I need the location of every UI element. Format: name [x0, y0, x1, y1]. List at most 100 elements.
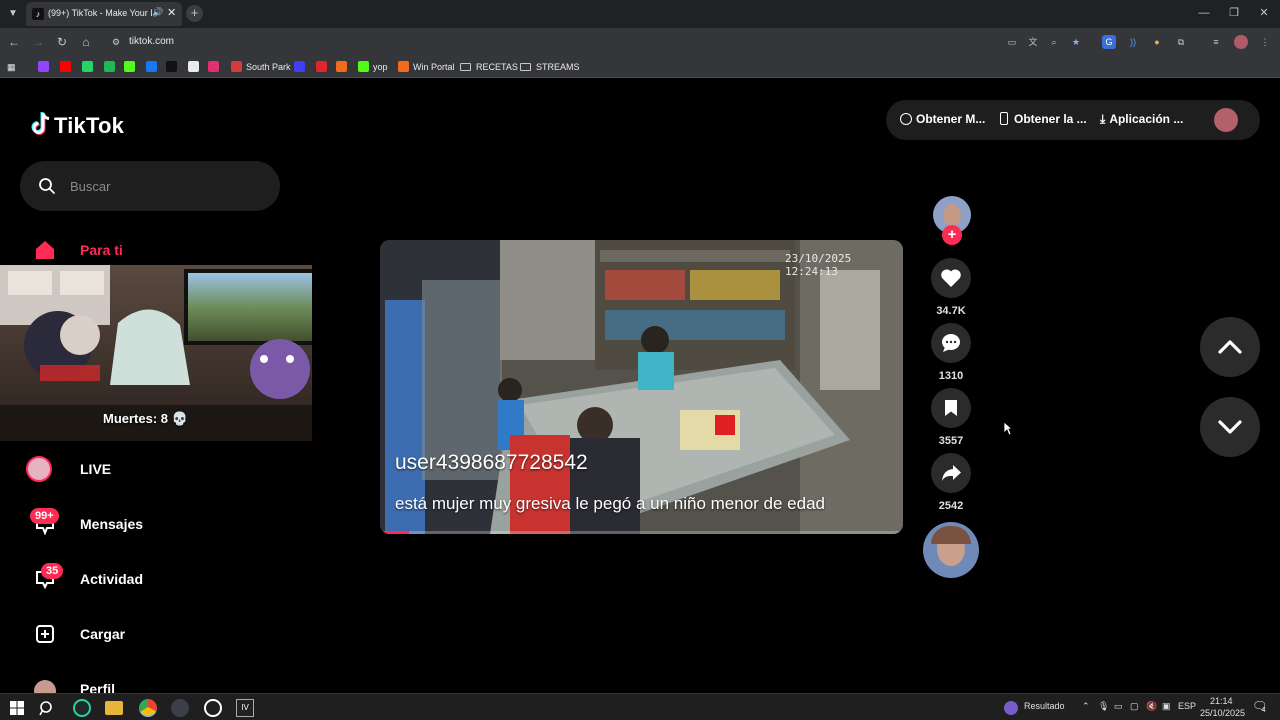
get-app-label: Obtener la ... [1014, 112, 1087, 126]
next-video-button[interactable] [1200, 397, 1260, 457]
bookmark-south-park[interactable]: South Park [231, 60, 291, 74]
comment-icon [942, 334, 960, 352]
network-icon[interactable]: ▭ [1114, 701, 1123, 712]
volume-muted-icon[interactable]: 🔇 [1146, 701, 1157, 712]
minimize-icon[interactable]: — [1194, 5, 1214, 21]
bookmark-favicon-icon [146, 61, 157, 72]
search-icon[interactable] [38, 699, 56, 717]
search-input[interactable] [70, 175, 260, 197]
save-button[interactable] [931, 388, 971, 428]
clock-time[interactable]: 21:14 [1210, 696, 1233, 706]
nav-item-upload[interactable]: Cargar [26, 617, 286, 653]
display-icon[interactable]: ▢ [1130, 701, 1139, 712]
profile-avatar-icon[interactable] [1234, 35, 1248, 49]
close-tab-icon[interactable]: ✕ [167, 6, 176, 19]
tray-overflow-icon[interactable]: ⌃ [1082, 701, 1090, 712]
bookmark-icon-11[interactable] [316, 60, 331, 74]
bookmark-yop[interactable]: yop [358, 60, 388, 74]
search-result-label[interactable]: Resultado [1024, 701, 1065, 711]
browser-tab[interactable]: ♪ (99+) TikTok - Make Your Day 🔊 ✕ [26, 2, 182, 26]
like-button[interactable] [931, 258, 971, 298]
game-app-icon[interactable]: IV [236, 699, 254, 717]
overwatch-icon[interactable] [204, 699, 222, 717]
window-close-icon[interactable]: ✕ [1254, 5, 1274, 21]
bookmark-icon-1[interactable] [60, 60, 75, 74]
language-indicator[interactable]: ESP [1178, 701, 1196, 711]
recording-app-icon[interactable] [73, 699, 91, 717]
file-explorer-icon[interactable] [105, 701, 123, 715]
clock-date[interactable]: 25/10/2025 [1200, 708, 1245, 718]
bookmark-favicon-icon [208, 61, 219, 72]
chrome-icon[interactable] [139, 699, 157, 717]
bookmark-icon-2[interactable] [82, 60, 97, 74]
extensions-puzzle-icon[interactable]: ⧉ [1174, 35, 1188, 49]
header-profile-avatar[interactable] [1214, 108, 1238, 132]
comment-button[interactable] [931, 323, 971, 363]
microphone-icon[interactable]: 🎙 [1098, 701, 1109, 712]
bookmark-icon-10[interactable] [294, 60, 309, 74]
device-icon[interactable]: ▣ [1162, 701, 1171, 712]
tab-search-chevron-icon[interactable]: ▼ [4, 5, 22, 23]
bookmark-label: South Park [246, 62, 291, 72]
search-result-icon [1004, 701, 1018, 715]
previous-video-button[interactable] [1200, 317, 1260, 377]
restore-icon[interactable]: ❐ [1224, 5, 1244, 21]
follow-plus-icon[interactable]: + [942, 225, 962, 245]
address-bar[interactable]: tiktok.com [129, 36, 174, 47]
new-tab-button[interactable]: + [186, 5, 203, 22]
site-info-icon[interactable]: ⚙ [110, 36, 122, 48]
deaths-counter: Muertes: 8 💀 [103, 411, 188, 426]
nav-item-profile[interactable]: Perfil [26, 672, 286, 693]
home-icon[interactable]: ⌂ [78, 34, 94, 50]
video-frame [380, 240, 903, 534]
get-coins-button[interactable]: Obtener M... [900, 112, 985, 126]
nav-item-activity[interactable]: 35 Actividad [26, 562, 286, 598]
nav-item-for-you[interactable]: Para ti [26, 233, 286, 269]
get-app-button[interactable]: Obtener la ... [1000, 112, 1087, 126]
back-icon[interactable]: ← [6, 34, 22, 50]
bookmark-recetas[interactable]: RECETAS [460, 60, 518, 74]
bookmark-favicon-icon [316, 61, 327, 72]
bookmark-star-icon[interactable]: ★ [1069, 35, 1083, 49]
download-app-button[interactable]: ⤓ Aplicación ... [1100, 112, 1183, 127]
bookmark-icon-5[interactable] [146, 60, 161, 74]
video-progress-fill [380, 531, 409, 534]
zoom-icon[interactable]: ⌕ [1047, 35, 1061, 49]
nav-item-live[interactable]: LIVE [26, 452, 286, 488]
search-icon[interactable] [38, 177, 56, 195]
bookmark-icon-6[interactable] [166, 60, 181, 74]
bookmark-icon-4[interactable] [124, 60, 139, 74]
media-queue-icon[interactable]: ≡ [1209, 35, 1223, 49]
reload-icon[interactable]: ↻ [54, 34, 70, 50]
browser-menu-icon[interactable]: ⋮ [1258, 35, 1272, 49]
bookmark-win-portal[interactable]: Win Portal [398, 60, 455, 74]
bookmark-icon-0[interactable] [38, 60, 53, 74]
video-player[interactable]: 23/10/2025 12:24:13 user4398687728542 es… [380, 240, 903, 534]
search-box[interactable] [20, 161, 280, 211]
windows-start-icon[interactable] [8, 699, 26, 717]
extension-wave-icon[interactable]: )) [1126, 35, 1140, 49]
sound-disc-avatar[interactable] [923, 522, 979, 578]
speaker-icon[interactable]: 🔊 [152, 7, 163, 18]
extension-fox-icon[interactable]: ● [1150, 35, 1164, 49]
coin-icon [900, 113, 912, 125]
nav-label-messages: Mensajes [80, 516, 144, 532]
bookmark-icon-7[interactable] [188, 60, 203, 74]
cast-icon[interactable]: ▭ [1005, 35, 1019, 49]
forward-icon[interactable]: → [30, 34, 46, 50]
share-button[interactable] [931, 453, 971, 493]
bookmark-icon-8[interactable] [208, 60, 223, 74]
apps-grid-icon[interactable]: ▦ [7, 60, 16, 74]
bookmark-icon-3[interactable] [104, 60, 119, 74]
extension-translate-icon[interactable]: G [1102, 35, 1116, 49]
steam-icon[interactable] [171, 699, 189, 717]
tiktok-favicon-icon: ♪ [32, 8, 44, 20]
bookmark-streams[interactable]: STREAMS [520, 60, 580, 74]
video-author[interactable]: user4398687728542 [395, 451, 588, 475]
nav-item-messages[interactable]: 99+ Mensajes [26, 507, 286, 543]
upload-plus-icon [36, 625, 54, 643]
bookmark-icon-12[interactable] [336, 60, 351, 74]
video-progress-bar[interactable] [380, 531, 903, 534]
bookmark-favicon-icon [294, 61, 305, 72]
translate-icon[interactable]: 文 [1026, 35, 1040, 49]
